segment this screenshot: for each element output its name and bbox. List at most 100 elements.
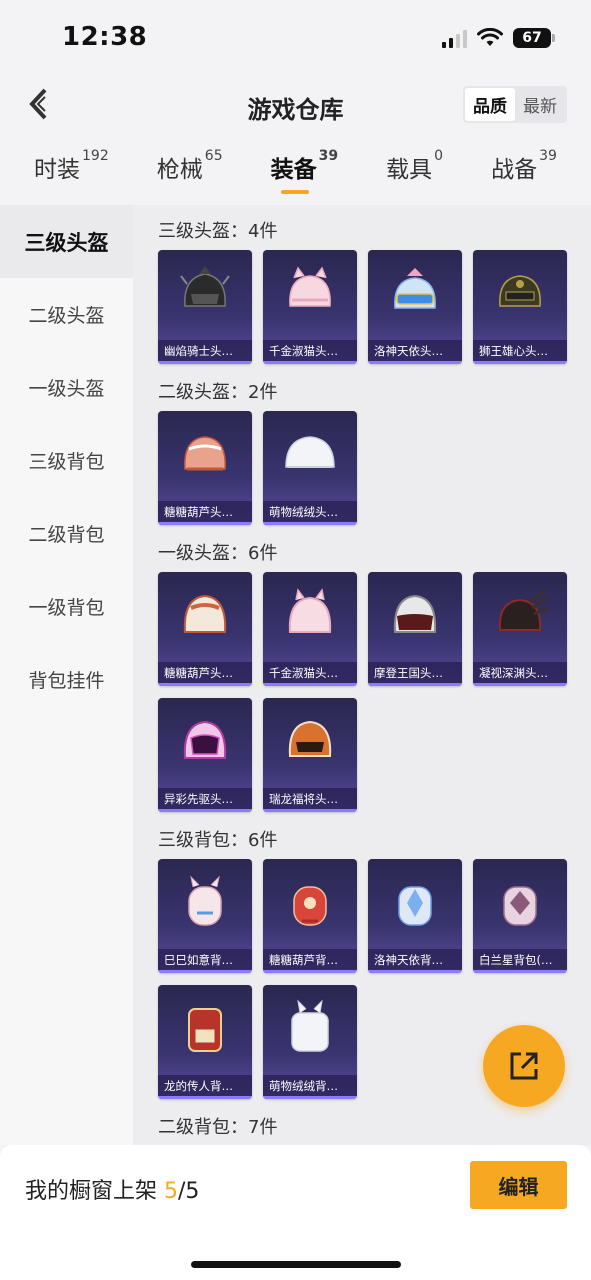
item-name: 摩登王国头… [374, 666, 443, 680]
helmet-icon [289, 266, 331, 307]
showcase-total-count: /5 [178, 1179, 200, 1204]
item-card[interactable]: 凝视深渊头… [473, 572, 567, 686]
tab-count: 39 [318, 148, 339, 164]
share-button[interactable] [483, 1025, 565, 1107]
tab-vehicles[interactable]: 载具 0 [386, 148, 444, 198]
section-title: 三级头盔：4件 [158, 221, 278, 242]
tab-firearms[interactable]: 枪械 65 [156, 148, 223, 198]
section-title: 三级背包：6件 [158, 830, 278, 851]
item-name: 萌物绒绒头… [269, 505, 338, 519]
showcase-current-count: 5 [164, 1179, 179, 1204]
item-card[interactable]: 巳巳如意背… [158, 859, 252, 973]
helmet-icon [184, 436, 226, 471]
status-time: 12:38 [62, 22, 148, 52]
battery-icon: 67 [513, 28, 555, 48]
item-card[interactable]: 狮王雄心头… [473, 250, 567, 364]
item-name: 白兰星背包(… [479, 953, 553, 967]
item-card[interactable]: 洛神天依背… [368, 859, 462, 973]
share-icon [510, 1052, 538, 1080]
backpack-icon [291, 999, 329, 1052]
item-name: 糖糖葫芦头… [164, 505, 233, 519]
item-name: 糖糖葫芦头… [164, 666, 233, 680]
tab-active-indicator [280, 190, 309, 194]
sidebar-item-backpack-charm[interactable]: 背包挂件 [0, 643, 133, 716]
sort-toggle: 品质 最新 [463, 86, 567, 123]
item-name: 狮王雄心头… [479, 344, 548, 358]
sidebar-item-level1-backpack[interactable]: 一级背包 [0, 570, 133, 643]
sort-latest-button[interactable]: 最新 [515, 88, 565, 121]
item-card[interactable]: 萌物绒绒头… [263, 411, 357, 525]
item-name: 萌物绒绒背… [269, 1079, 338, 1093]
status-icons: 67 [442, 28, 555, 48]
signal-icon [442, 28, 467, 48]
sort-quality-button[interactable]: 品质 [465, 88, 515, 121]
item-name: 巳巳如意背… [164, 953, 233, 967]
helmet-icon [288, 588, 332, 633]
tab-count: 192 [82, 148, 109, 164]
item-card[interactable]: 异彩先驱头… [158, 698, 252, 812]
tab-supplies[interactable]: 战备 39 [491, 148, 557, 198]
helmet-icon [180, 266, 230, 307]
item-card[interactable]: 龙的传人背… [158, 985, 252, 1099]
item-card[interactable]: 萌物绒绒背… [263, 985, 357, 1099]
showcase-label: 我的橱窗上架 [25, 1179, 158, 1204]
status-bar: 12:38 67 [0, 0, 591, 80]
backpack-icon [188, 875, 222, 926]
tab-label: 时装 [34, 157, 81, 183]
item-name: 千金淑猫头… [269, 344, 338, 358]
item-card[interactable]: 白兰星背包(… [473, 859, 567, 973]
item-name: 幽焰骑士头… [164, 344, 233, 358]
sidebar-item-level2-backpack[interactable]: 二级背包 [0, 497, 133, 570]
header: 游戏仓库 品质 最新 [0, 80, 591, 130]
helmet-icon [393, 594, 437, 633]
item-name: 凝视深渊头… [479, 666, 548, 680]
sidebar: 三级头盔 二级头盔 一级头盔 三级背包 二级背包 一级背包 背包挂件 [0, 205, 133, 1145]
item-card[interactable]: 幽焰骑士头… [158, 250, 252, 364]
helmet-icon [499, 275, 541, 307]
tab-label: 装备 [270, 157, 317, 183]
sidebar-item-level3-helmet[interactable]: 三级头盔 [0, 205, 133, 278]
item-card[interactable]: 千金淑猫头… [263, 572, 357, 686]
home-indicator [191, 1261, 401, 1268]
item-card[interactable]: 糖糖葫芦头… [158, 411, 252, 525]
section-title: 二级头盔：2件 [158, 382, 278, 403]
tab-count: 0 [434, 148, 444, 164]
item-card[interactable]: 糖糖葫芦头… [158, 572, 252, 686]
item-card[interactable]: 糖糖葫芦背… [263, 859, 357, 973]
tab-fashion[interactable]: 时装 192 [34, 148, 109, 198]
bottom-bar: 我的橱窗上架 5/5 编辑 [0, 1145, 591, 1280]
item-name: 千金淑猫头… [269, 666, 338, 680]
item-name: 洛神天依头… [374, 344, 443, 358]
sidebar-item-level1-helmet[interactable]: 一级头盔 [0, 351, 133, 424]
tab-label: 战备 [491, 157, 538, 183]
backpack-icon [188, 1008, 222, 1052]
item-card[interactable]: 瑞龙福将头… [263, 698, 357, 812]
section-title: 二级背包：7件 [158, 1117, 278, 1138]
category-tabs: 时装 192 枪械 65 装备 39 载具 0 战备 39 [0, 148, 591, 198]
helmet-icon [183, 720, 227, 759]
item-card[interactable]: 摩登王国头… [368, 572, 462, 686]
helmet-icon [285, 436, 335, 468]
item-name: 瑞龙福将头… [269, 792, 338, 806]
item-name: 洛神天依背… [374, 953, 443, 967]
item-card[interactable]: 千金淑猫头… [263, 250, 357, 364]
item-card[interactable]: 洛神天依头… [368, 250, 462, 364]
tab-label: 枪械 [156, 157, 203, 183]
sidebar-item-level2-helmet[interactable]: 二级头盔 [0, 278, 133, 351]
tab-equipment[interactable]: 装备 39 [270, 148, 339, 198]
section-title: 一级头盔：6件 [158, 543, 278, 564]
item-name: 糖糖葫芦背… [269, 953, 338, 967]
wifi-icon [477, 28, 503, 46]
backpack-icon [398, 886, 432, 926]
sidebar-item-level3-backpack[interactable]: 三级背包 [0, 424, 133, 497]
edit-button[interactable]: 编辑 [470, 1161, 567, 1209]
item-name: 异彩先驱头… [164, 792, 233, 806]
backpack-icon [293, 886, 327, 926]
tab-label: 载具 [386, 157, 433, 183]
helmet-icon [394, 268, 436, 309]
helmet-icon [288, 720, 332, 757]
helmet-icon [498, 588, 549, 631]
tab-count: 65 [204, 148, 223, 164]
backpack-icon [503, 886, 537, 926]
showcase-status: 我的橱窗上架 5/5 [25, 1173, 199, 1205]
